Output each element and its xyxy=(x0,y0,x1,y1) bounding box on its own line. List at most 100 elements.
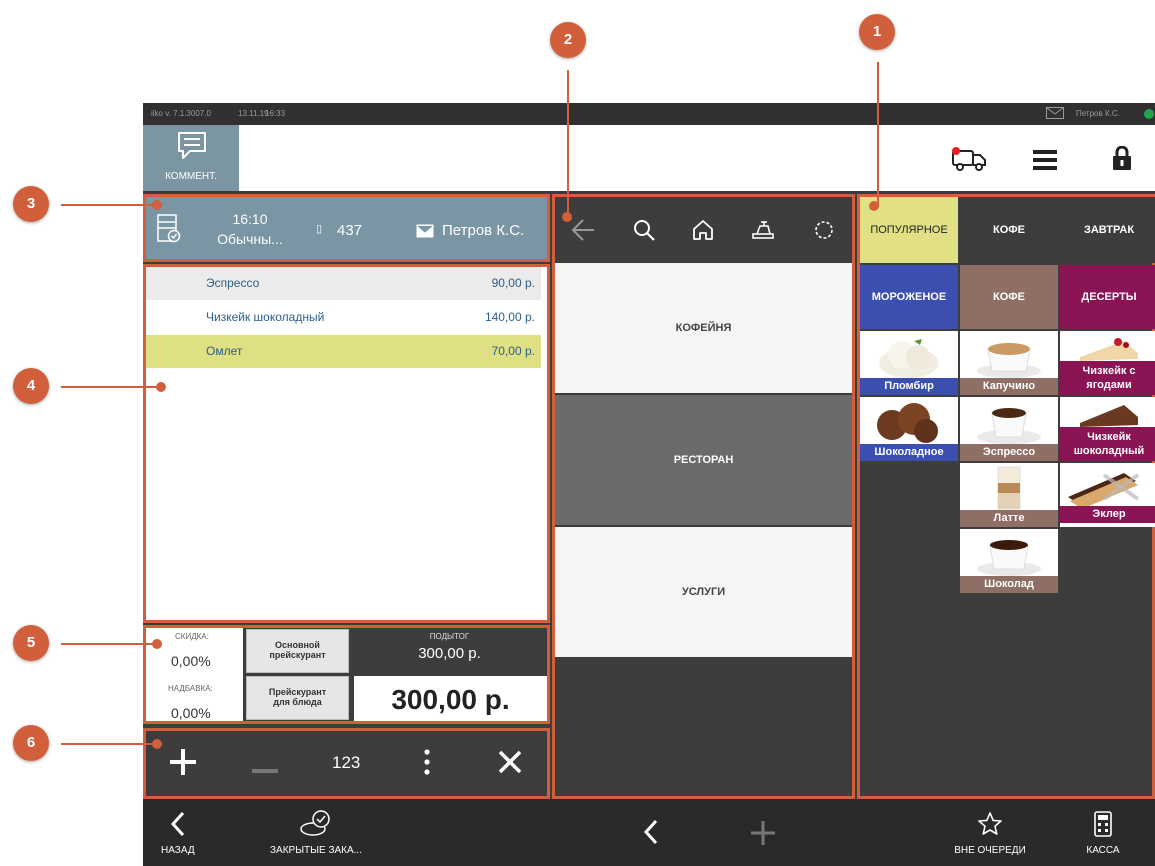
loading-icon[interactable] xyxy=(814,220,834,245)
product-plombir[interactable]: Пломбир xyxy=(860,331,958,395)
hot-chocolate-image xyxy=(977,540,1041,576)
waiter-name: Петров К.С. xyxy=(442,222,525,239)
menu-icon[interactable] xyxy=(1033,149,1057,176)
comment-label: КОММЕНТ. xyxy=(165,171,217,182)
callout-dot-2 xyxy=(562,212,572,222)
dish-price-list-button[interactable]: Прейскурант для блюда xyxy=(246,676,349,720)
price-list-dish-line2: для блюда xyxy=(273,697,322,707)
order-item-price: 70,00 р. xyxy=(491,344,535,358)
cashier-label: КАССА xyxy=(1086,845,1120,856)
product-cheesecake-berries[interactable]: Чизкейк с ягодами xyxy=(1060,331,1155,395)
price-list-main-line1: Основной xyxy=(275,640,320,650)
product-label: Чизкейк с ягодами xyxy=(1060,361,1155,395)
out-of-queue-button[interactable]: ВНЕ ОЧЕРЕДИ xyxy=(945,807,1035,856)
order-items-panel: Эспрессо 90,00 р. Чизкейк шоколадный 140… xyxy=(143,264,550,623)
plus-icon[interactable] xyxy=(170,749,196,780)
back-arrow-icon[interactable] xyxy=(571,219,595,246)
order-item-row[interactable]: Чизкейк шоколадный 140,00 р. xyxy=(146,301,541,334)
product-label: Капучино xyxy=(960,378,1058,395)
status-bar: iiko v. 7.1.3007.0 13.11.19 16:33 Петров… xyxy=(143,103,1155,125)
product-eclair[interactable]: Эклер xyxy=(1060,463,1155,527)
order-type: Обычны... xyxy=(217,231,283,247)
category-ice-cream[interactable]: МОРОЖЕНОЕ xyxy=(860,265,958,329)
callout-badge-3: 3 xyxy=(13,186,49,222)
product-chocolate-ice-cream[interactable]: Шоколадное xyxy=(860,397,958,461)
minus-icon[interactable] xyxy=(252,760,278,778)
product-latte[interactable]: Латте xyxy=(960,463,1058,527)
subtotal-value: 300,00 р. xyxy=(418,645,481,662)
app-window: iiko v. 7.1.3007.0 13.11.19 16:33 Петров… xyxy=(143,103,1155,866)
markup-label: НАДБАВКА: xyxy=(168,684,213,693)
prev-page-icon[interactable] xyxy=(643,819,659,850)
cappuccino-image xyxy=(977,343,1041,378)
close-icon[interactable] xyxy=(498,750,522,779)
chocolate-ice-cream-image xyxy=(877,403,938,443)
price-list-main-line2: прейскурант xyxy=(269,650,326,660)
product-label: Шоколадное xyxy=(860,444,958,461)
total-box: 300,00 р. xyxy=(354,676,547,721)
sections-panel: КОФЕЙНЯ РЕСТОРАН УСЛУГИ xyxy=(552,194,855,799)
top-toolbar: КОММЕНТ. xyxy=(143,125,1155,193)
user-label: Петров К.С. xyxy=(1076,109,1120,118)
chevron-left-icon xyxy=(170,811,184,837)
callout-badge-2: 2 xyxy=(550,22,586,58)
category-coffee[interactable]: КОФЕ xyxy=(960,265,1058,329)
chocolate-cheesecake-image xyxy=(1080,405,1138,427)
order-item-name: Омлет xyxy=(206,344,243,358)
product-label: Латте xyxy=(960,510,1058,527)
comment-button[interactable]: КОММЕНТ. xyxy=(143,125,239,191)
markup-value: 0,00% xyxy=(171,705,211,721)
section-services[interactable]: УСЛУГИ xyxy=(555,527,852,657)
main-price-list-button[interactable]: Основной прейскурант xyxy=(246,629,349,673)
time-label: 16:33 xyxy=(265,109,286,118)
callout-dot-1 xyxy=(869,201,879,211)
closed-orders-button[interactable]: ЗАКРЫТЫЕ ЗАКА... xyxy=(261,807,371,856)
cashier-button[interactable]: КАССА xyxy=(1073,807,1133,856)
more-options-icon[interactable] xyxy=(424,749,430,780)
nav-toolbar xyxy=(555,197,852,263)
category-desserts[interactable]: ДЕСЕРТЫ xyxy=(1060,265,1155,329)
delivery-icon[interactable] xyxy=(951,147,987,178)
closed-orders-label: ЗАКРЫТЫЕ ЗАКА... xyxy=(269,845,362,856)
product-espresso[interactable]: Эспрессо xyxy=(960,397,1058,461)
tab-coffee[interactable]: КОФЕ xyxy=(960,197,1058,263)
callout-line-5 xyxy=(61,643,156,645)
latte-image xyxy=(997,466,1021,510)
callout-dot-5 xyxy=(152,639,162,649)
order-item-row[interactable]: Эспрессо 90,00 р. xyxy=(146,267,541,300)
order-item-name: Эспрессо xyxy=(206,276,260,290)
section-restaurant[interactable]: РЕСТОРАН xyxy=(555,395,852,525)
callout-line-6 xyxy=(61,743,156,745)
back-button[interactable]: НАЗАД xyxy=(161,807,195,856)
guests-icon: ▯ xyxy=(316,223,323,235)
product-label: Шоколад xyxy=(960,576,1058,593)
espresso-image xyxy=(977,408,1041,444)
totals-panel: СКИДКА: 0,00% НАДБАВКА: 0,00% Основной п… xyxy=(143,625,550,724)
product-hot-chocolate[interactable]: Шоколад xyxy=(960,529,1058,593)
numpad-button[interactable]: 123 xyxy=(332,753,360,773)
callout-line-4 xyxy=(61,386,161,388)
order-item-price: 90,00 р. xyxy=(491,276,535,290)
quantity-bar: 123 xyxy=(143,728,550,799)
scale-icon[interactable] xyxy=(751,220,775,245)
mail-icon[interactable] xyxy=(1046,107,1064,119)
lock-icon[interactable] xyxy=(1113,145,1131,175)
order-item-row-selected[interactable]: Омлет 70,00 р. xyxy=(146,335,541,368)
order-item-name: Чизкейк шоколадный xyxy=(206,310,325,324)
callout-badge-6: 6 xyxy=(13,725,49,761)
add-icon[interactable] xyxy=(751,821,775,850)
section-coffee-shop[interactable]: КОФЕЙНЯ xyxy=(555,263,852,393)
search-icon[interactable] xyxy=(633,219,655,246)
product-label: Чизкейк шоколадный xyxy=(1060,427,1155,461)
product-menu-panel: ПОПУЛЯРНОЕ КОФЕ ЗАВТРАК МОРОЖЕНОЕ КОФЕ Д… xyxy=(857,194,1155,799)
order-header[interactable]: 16:10 Обычны... ▯ 437 Петров К.С. xyxy=(143,194,550,262)
star-icon xyxy=(978,812,1002,835)
tab-breakfast[interactable]: ЗАВТРАК xyxy=(1060,197,1155,263)
home-icon[interactable] xyxy=(692,219,714,246)
order-list-icon xyxy=(157,214,181,243)
product-cappuccino[interactable]: Капучино xyxy=(960,331,1058,395)
callout-line-1 xyxy=(877,62,879,205)
product-chocolate-cheesecake[interactable]: Чизкейк шоколадный xyxy=(1060,397,1155,461)
callout-dot-3 xyxy=(152,200,162,210)
discount-label: СКИДКА: xyxy=(175,632,209,641)
